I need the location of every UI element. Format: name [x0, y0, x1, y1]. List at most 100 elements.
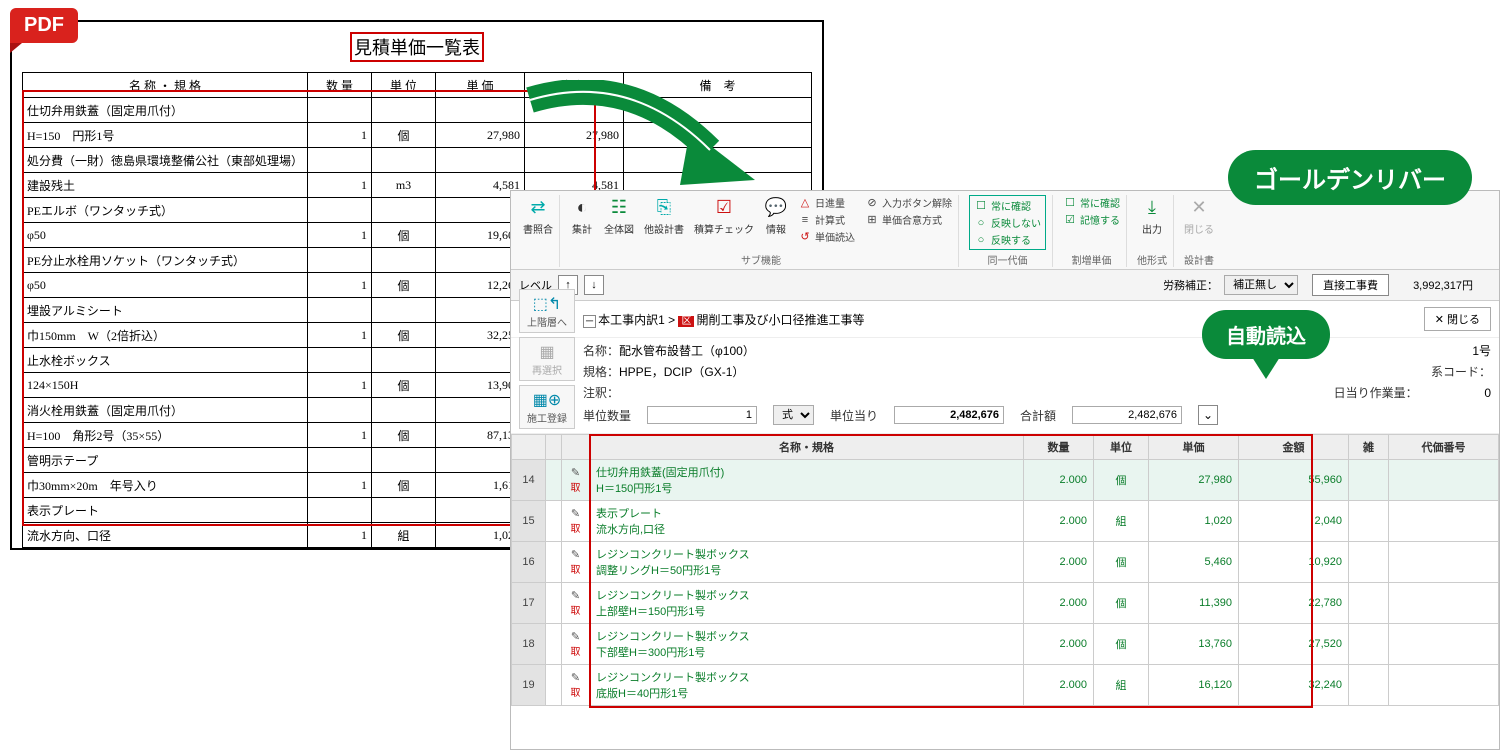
grid-col-name[interactable]: 名称・規格: [590, 435, 1024, 460]
grid-col-icon: [562, 435, 590, 460]
data-grid[interactable]: 名称・規格 数量 単位 単価 金額 雑 代価番号 14✎取仕切弁用鉄蓋(固定用爪…: [511, 434, 1499, 706]
row-qty[interactable]: 2.000: [1024, 665, 1094, 706]
total-input[interactable]: [1072, 406, 1182, 424]
row-icon[interactable]: ✎取: [562, 583, 590, 624]
ribbon-stack-1: △日進量 ≡計算式 ↺単価読込: [798, 195, 855, 244]
grid-col-amount[interactable]: 金額: [1239, 435, 1349, 460]
crumb-item-1[interactable]: 本工事内訳1: [598, 313, 665, 327]
labor-correction-select[interactable]: 補正無し: [1224, 275, 1298, 295]
row-unit[interactable]: 個: [1094, 460, 1149, 501]
row-qty[interactable]: 2.000: [1024, 501, 1094, 542]
row-price[interactable]: 16,120: [1149, 665, 1239, 706]
row-name[interactable]: 仕切弁用鉄蓋(固定用爪付)H＝150円形1号: [590, 460, 1024, 501]
grid-row[interactable]: 15✎取表示プレート流水方向,口径2.000組1,0202,040: [512, 501, 1499, 542]
app-window: ⇄書照合 ◐集計 ☷全体図 ⎘他設計書 ☑積算チェック 💬情報 △日進量 ≡計算…: [510, 190, 1500, 750]
close-ribbon-button[interactable]: ✕閉じる: [1184, 195, 1214, 236]
input-release-label[interactable]: 入力ボタン解除: [882, 195, 952, 210]
row-misc[interactable]: [1349, 460, 1389, 501]
sub-function-label: サブ機能: [741, 252, 781, 267]
grid-col-unit[interactable]: 単位: [1094, 435, 1149, 460]
level-down-button[interactable]: ↓: [584, 275, 604, 295]
output-button[interactable]: ⤓出力: [1140, 195, 1164, 236]
row-price[interactable]: 11,390: [1149, 583, 1239, 624]
row-unit[interactable]: 組: [1094, 501, 1149, 542]
always-confirm-2-label[interactable]: 常に確認: [1080, 195, 1120, 210]
row-code[interactable]: [1389, 542, 1499, 583]
formula-label[interactable]: 計算式: [815, 212, 845, 227]
row-code[interactable]: [1389, 624, 1499, 665]
register-label: 施工登録: [527, 410, 567, 425]
name-label: 名称：: [583, 344, 619, 358]
row-code[interactable]: [1389, 460, 1499, 501]
row-qty[interactable]: 2.000: [1024, 542, 1094, 583]
crumb-item-2[interactable]: 開削工事及び小口径推進工事等: [696, 313, 864, 327]
register-button[interactable]: ▦⊕施工登録: [519, 385, 575, 429]
row-qty[interactable]: 2.000: [1024, 624, 1094, 665]
row-price[interactable]: 5,460: [1149, 542, 1239, 583]
row-amount[interactable]: 32,240: [1239, 665, 1349, 706]
row-unit[interactable]: 個: [1094, 542, 1149, 583]
row-unit[interactable]: 個: [1094, 624, 1149, 665]
row-misc[interactable]: [1349, 624, 1389, 665]
no-reflect-label[interactable]: 反映しない: [991, 215, 1041, 230]
up-layer-button[interactable]: ⬚↰上階層へ: [519, 289, 575, 333]
arrow-icon: [520, 80, 770, 210]
grid-row[interactable]: 17✎取レジンコンクリート製ボックス上部壁H＝150円形1号2.000個11,3…: [512, 583, 1499, 624]
row-price[interactable]: 1,020: [1149, 501, 1239, 542]
row-icon[interactable]: ✎取: [562, 665, 590, 706]
row-misc[interactable]: [1349, 501, 1389, 542]
row-unit[interactable]: 個: [1094, 583, 1149, 624]
row-icon[interactable]: ✎取: [562, 501, 590, 542]
remember-label[interactable]: 記憶する: [1080, 212, 1120, 227]
grid-row[interactable]: 16✎取レジンコンクリート製ボックス調整リングH＝50円形1号2.000個5,4…: [512, 542, 1499, 583]
reflect-label[interactable]: 反映する: [991, 232, 1031, 247]
row-icon[interactable]: ✎取: [562, 624, 590, 665]
row-misc[interactable]: [1349, 583, 1389, 624]
unit-qty-unit-select[interactable]: 式: [773, 405, 814, 425]
grid-col-code[interactable]: 代価番号: [1389, 435, 1499, 460]
row-number: 14: [512, 460, 546, 501]
reselect-button[interactable]: ▦再選択: [519, 337, 575, 381]
unit-qty-input[interactable]: [647, 406, 757, 424]
other-format-label: 他形式: [1137, 252, 1167, 267]
row-code[interactable]: [1389, 583, 1499, 624]
grid-col-qty[interactable]: 数量: [1024, 435, 1094, 460]
expand-button[interactable]: ⌄: [1198, 405, 1218, 425]
grid-row[interactable]: 18✎取レジンコンクリート製ボックス下部壁H＝300円形1号2.000個13,7…: [512, 624, 1499, 665]
pdf-col-unit: 単 位: [372, 73, 436, 98]
day-progress-label[interactable]: 日進量: [815, 195, 845, 210]
grid-col-price[interactable]: 単価: [1149, 435, 1239, 460]
row-icon[interactable]: ✎取: [562, 460, 590, 501]
price-import-label[interactable]: 単価読込: [815, 229, 855, 244]
row-misc[interactable]: [1349, 542, 1389, 583]
row-amount[interactable]: 55,960: [1239, 460, 1349, 501]
row-qty[interactable]: 2.000: [1024, 583, 1094, 624]
row-name[interactable]: 表示プレート流水方向,口径: [590, 501, 1024, 542]
row-number: 19: [512, 665, 546, 706]
per-unit-input[interactable]: [894, 406, 1004, 424]
close-button[interactable]: ✕ 閉じる: [1424, 307, 1491, 331]
row-amount[interactable]: 10,920: [1239, 542, 1349, 583]
row-amount[interactable]: 27,520: [1239, 624, 1349, 665]
row-amount[interactable]: 2,040: [1239, 501, 1349, 542]
grid-row[interactable]: 14 ✎取仕切弁用鉄蓋(固定用爪付)H＝150円形1号2.000個27,98055…: [512, 460, 1499, 501]
row-qty[interactable]: 2.000: [1024, 460, 1094, 501]
row-code[interactable]: [1389, 501, 1499, 542]
row-name[interactable]: レジンコンクリート製ボックス上部壁H＝150円形1号: [590, 583, 1024, 624]
agree-method-label[interactable]: 単価合意方式: [882, 212, 942, 227]
row-price[interactable]: 13,760: [1149, 624, 1239, 665]
row-code[interactable]: [1389, 665, 1499, 706]
row-misc[interactable]: [1349, 665, 1389, 706]
row-price[interactable]: 27,980: [1149, 460, 1239, 501]
total-label: 合計額: [1020, 407, 1056, 424]
row-name[interactable]: レジンコンクリート製ボックス下部壁H＝300円形1号: [590, 624, 1024, 665]
always-confirm-label[interactable]: 常に確認: [991, 198, 1031, 213]
grid-col-misc[interactable]: 雑: [1349, 435, 1389, 460]
row-amount[interactable]: 22,780: [1239, 583, 1349, 624]
row-name[interactable]: レジンコンクリート製ボックス調整リングH＝50円形1号: [590, 542, 1024, 583]
grid-row[interactable]: 19 ✎取レジンコンクリート製ボックス底版H＝40円形1号2.000組16,120…: [512, 665, 1499, 706]
row-icon[interactable]: ✎取: [562, 542, 590, 583]
row-name[interactable]: レジンコンクリート製ボックス底版H＝40円形1号: [590, 665, 1024, 706]
auto-import-badge: 自動読込: [1202, 310, 1330, 359]
row-unit[interactable]: 組: [1094, 665, 1149, 706]
